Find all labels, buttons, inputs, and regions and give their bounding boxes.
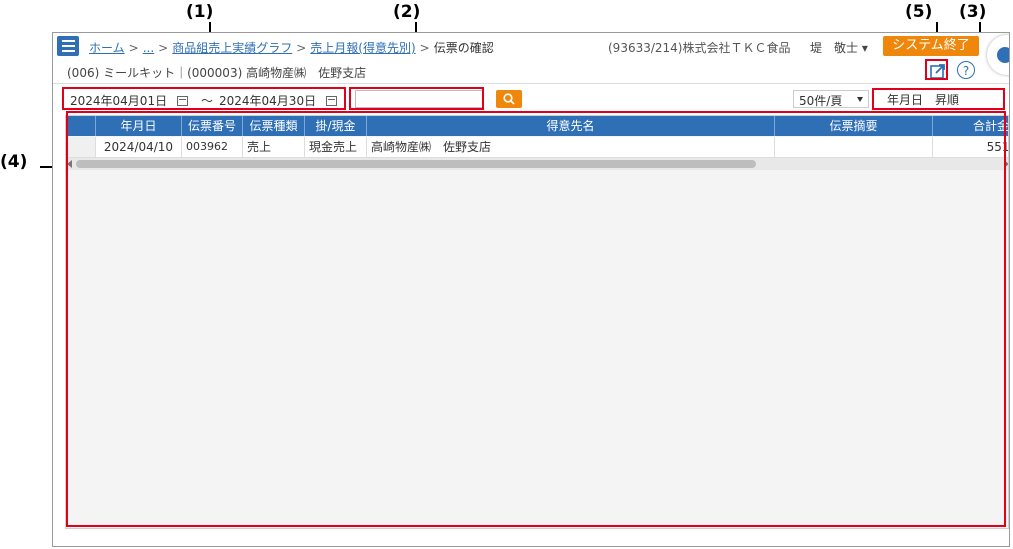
column-header-memo[interactable]: 伝票摘要 xyxy=(775,116,933,136)
column-header-slip-no[interactable]: 伝票番号 xyxy=(182,116,243,136)
company-name: (93633/214)株式会社ＴＫＣ食品 xyxy=(608,41,791,55)
row-select-cell[interactable] xyxy=(66,137,96,157)
slip-grid: 年月日 伝票番号 伝票種類 掛/現金 得意先名 伝票摘要 合計金額 2024/0… xyxy=(65,115,1009,529)
help-icon[interactable]: ? xyxy=(957,61,975,79)
user-menu[interactable]: 堤 敬士 ▾ xyxy=(810,39,868,56)
breadcrumb-ellipsis-link[interactable]: ... xyxy=(143,41,154,55)
breadcrumb-item-link[interactable]: 売上月報(得意先別) xyxy=(310,41,415,55)
cell-slip-no: 003962 xyxy=(182,137,243,157)
per-page-value: 50件/頁 xyxy=(799,94,843,108)
grid-header: 年月日 伝票番号 伝票種類 掛/現金 得意先名 伝票摘要 合計金額 xyxy=(66,116,1008,136)
popout-icon[interactable] xyxy=(929,62,947,80)
hamburger-menu-icon[interactable] xyxy=(57,36,79,56)
breadcrumb-current: 伝票の確認 xyxy=(433,41,494,55)
table-row[interactable]: 2024/04/10 003962 売上 現金売上 高崎物産㈱ 佐野支店 551… xyxy=(66,137,1008,158)
cell-date: 2024/04/10 xyxy=(96,137,182,157)
context-bar: (006) ミールキット｜(000003) 高崎物産㈱ 佐野支店 ? xyxy=(53,61,1009,84)
breadcrumb-separator: > xyxy=(296,41,307,55)
date-range-tilde: ～ xyxy=(201,94,214,108)
date-from-value: 2024年04月01日 xyxy=(70,94,168,108)
annotation-label-2: (2) xyxy=(393,2,421,22)
annotation-label-3: (3) xyxy=(959,2,987,22)
cell-customer: 高崎物産㈱ 佐野支店 xyxy=(367,137,775,157)
column-header-total[interactable]: 合計金額 xyxy=(933,116,1008,136)
breadcrumb-separator: > xyxy=(419,41,430,55)
filter-bar: 2024年04月01日 ～ 2024年04月30日 50件/頁 年月日 昇順 xyxy=(53,88,1009,112)
search-button[interactable] xyxy=(496,90,522,108)
breadcrumb: ホーム >... > 商品組売上実績グラフ > 売上月報(得意先別) > 伝票の確認 xyxy=(89,39,494,56)
horizontal-scrollbar[interactable] xyxy=(66,158,1008,170)
breadcrumb-separator: > xyxy=(158,41,169,55)
calendar-icon[interactable] xyxy=(177,96,189,106)
context-text: (006) ミールキット｜(000003) 高崎物産㈱ 佐野支店 xyxy=(67,66,367,80)
chevron-down-icon xyxy=(857,97,863,102)
annotation-label-5: (5) xyxy=(905,2,933,22)
calendar-icon[interactable] xyxy=(326,96,338,106)
column-header-date[interactable]: 年月日 xyxy=(96,116,182,136)
per-page-select[interactable]: 50件/頁 xyxy=(793,90,869,108)
breadcrumb-home-link[interactable]: ホーム xyxy=(89,41,125,55)
cell-slip-type: 売上 xyxy=(243,137,305,157)
app-window: ホーム >... > 商品組売上実績グラフ > 売上月報(得意先別) > 伝票の確認 (936… xyxy=(52,32,1010,547)
cell-memo xyxy=(775,137,933,157)
cell-total: 551,3 xyxy=(933,137,1008,157)
column-header-payment[interactable]: 掛/現金 xyxy=(305,116,367,136)
cell-payment: 現金売上 xyxy=(305,137,367,157)
scroll-right-icon[interactable] xyxy=(1004,160,1008,168)
scrollbar-thumb[interactable] xyxy=(76,160,756,168)
sort-value: 年月日 昇順 xyxy=(887,93,960,107)
breadcrumb-item-link[interactable]: 商品組売上実績グラフ xyxy=(172,41,292,55)
breadcrumb-separator: > xyxy=(128,41,139,55)
column-header-select xyxy=(66,116,96,136)
annotation-label-1: (1) xyxy=(186,2,214,22)
date-to-value: 2024年04月30日 xyxy=(219,94,317,108)
date-from-field[interactable]: 2024年04月01日 xyxy=(70,92,189,110)
sort-select[interactable]: 年月日 昇順 xyxy=(883,90,1005,108)
date-to-field[interactable]: 2024年04月30日 xyxy=(219,92,338,110)
search-icon xyxy=(503,93,515,105)
top-bar: ホーム >... > 商品組売上実績グラフ > 売上月報(得意先別) > 伝票の確認 (936… xyxy=(53,33,1009,75)
scroll-left-icon[interactable] xyxy=(67,160,72,168)
system-exit-button[interactable]: システム終了 xyxy=(883,36,979,56)
search-input[interactable] xyxy=(355,90,483,108)
column-header-customer[interactable]: 得意先名 xyxy=(367,116,775,136)
column-header-slip-type[interactable]: 伝票種類 xyxy=(243,116,305,136)
annotation-label-4: (4) xyxy=(0,152,28,172)
